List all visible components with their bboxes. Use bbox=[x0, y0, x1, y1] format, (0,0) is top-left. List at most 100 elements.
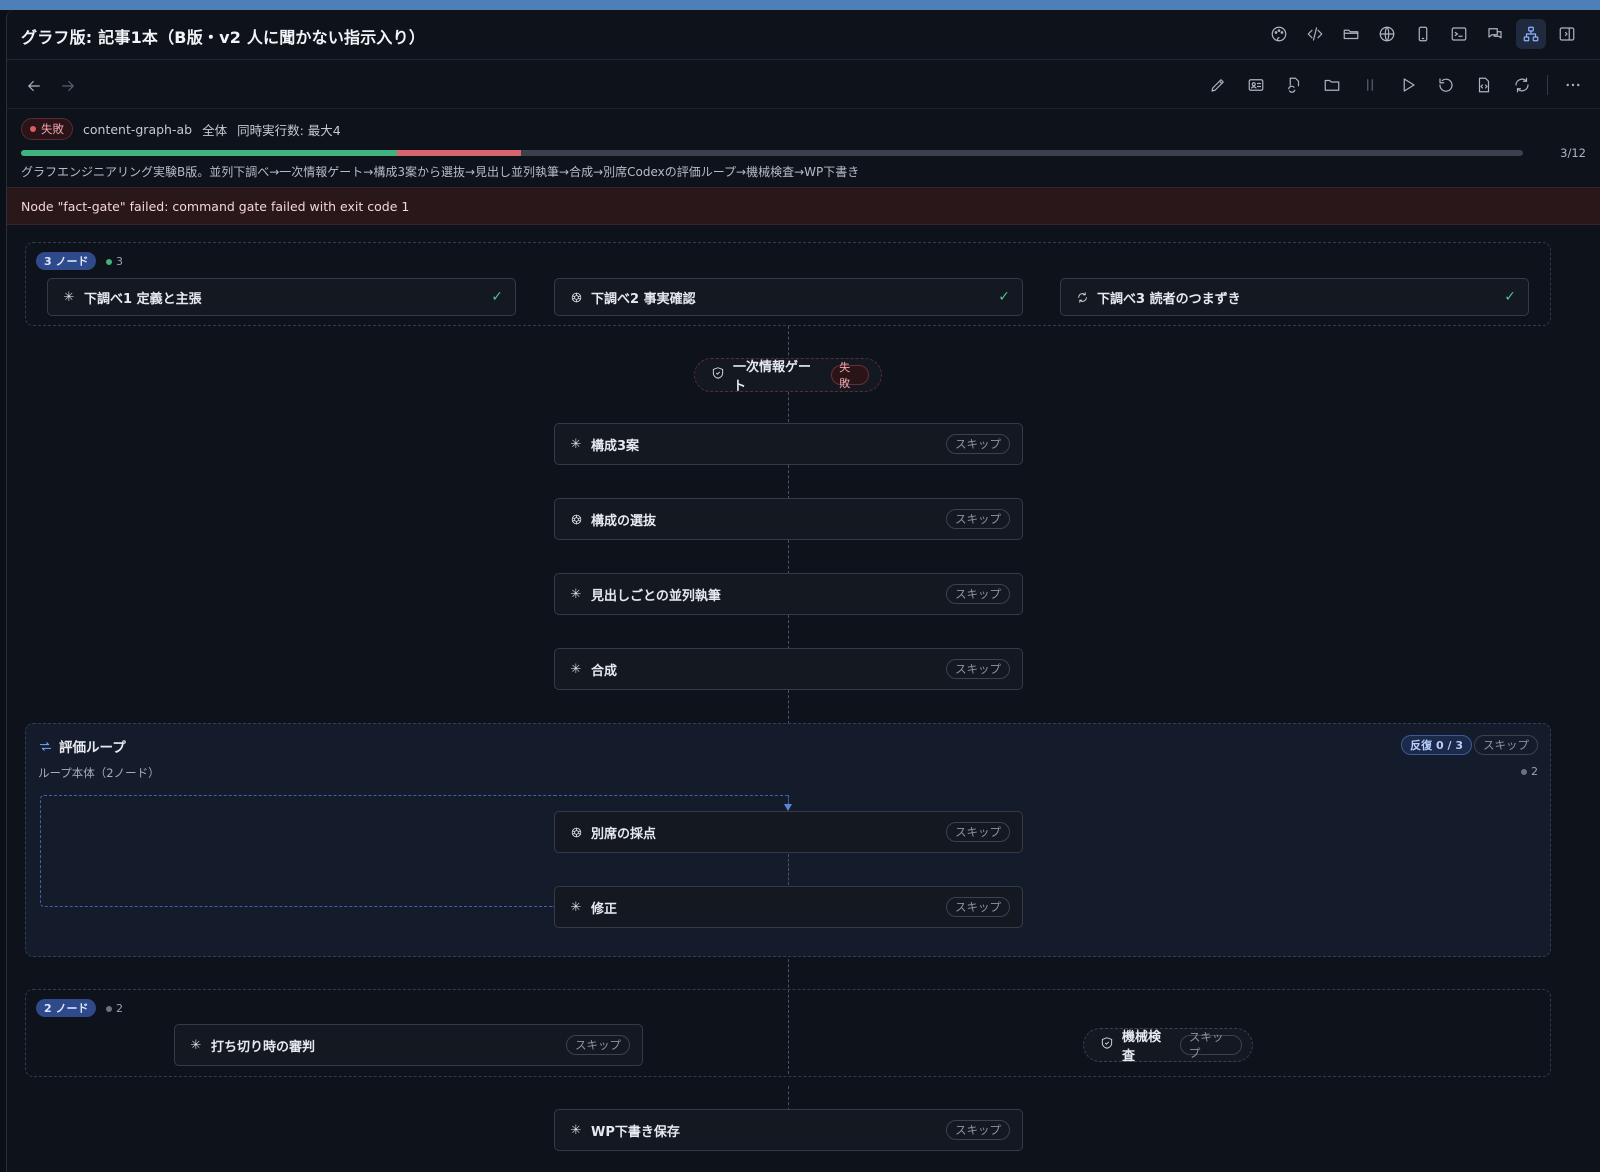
node-research-3[interactable]: 下調べ3 読者のつまずき ✓ bbox=[1060, 278, 1529, 316]
graph-id: content-graph-ab bbox=[83, 121, 193, 137]
gate-status-badge: 失敗 bbox=[831, 361, 869, 390]
title-actions bbox=[1264, 19, 1582, 49]
node-outline-drafts[interactable]: ✳ 構成3案 スキップ bbox=[554, 423, 1023, 465]
page-title: グラフ版: 記事1本（B版・v2 人に聞かない指示入り） bbox=[21, 28, 426, 47]
folder-icon[interactable] bbox=[1317, 70, 1347, 100]
window-top-strip bbox=[0, 0, 1600, 10]
undo-icon[interactable] bbox=[1431, 70, 1461, 100]
node-label: 見出しごとの並列執筆 bbox=[591, 588, 721, 604]
asterisk-icon: ✳ bbox=[570, 1122, 582, 1138]
check-icon: ✓ bbox=[1504, 289, 1516, 305]
openai-icon bbox=[569, 290, 583, 304]
history-nav bbox=[19, 71, 83, 101]
gate-fact-check[interactable]: 一次情報ゲート 失敗 bbox=[694, 358, 882, 394]
panel-right-icon[interactable] bbox=[1552, 19, 1582, 49]
graph-canvas: 3 ノード 3 ✳ 下調べ1 定義と主張 ✓ 下調べ2 事実確認 ✓ 下調べ3 … bbox=[7, 226, 1600, 1172]
asterisk-icon: ✳ bbox=[570, 586, 582, 602]
pause-icon[interactable] bbox=[1355, 70, 1385, 100]
check-icon: ✓ bbox=[998, 289, 1010, 305]
node-label: 打ち切り時の審判 bbox=[211, 1039, 316, 1055]
gate-label: 一次情報ゲート bbox=[733, 360, 812, 394]
asterisk-icon: ✳ bbox=[190, 1037, 202, 1053]
folder-open-icon[interactable] bbox=[1336, 19, 1366, 49]
node-label: 合成 bbox=[591, 663, 618, 679]
node-label: 構成の選抜 bbox=[591, 513, 657, 529]
toolbar bbox=[7, 61, 1600, 109]
gate-label: 機械検査 bbox=[1122, 1030, 1162, 1064]
concurrency-label: 同時実行数: 最大4 bbox=[237, 122, 341, 138]
edge-line bbox=[788, 854, 789, 885]
terminal-icon[interactable] bbox=[1444, 19, 1474, 49]
run-status-row: 失敗 content-graph-ab 全体 同時実行数: 最大4 bbox=[21, 118, 341, 140]
node-label: 下調べ2 事実確認 bbox=[591, 291, 696, 307]
count-dot bbox=[1521, 768, 1527, 775]
toolbar-actions bbox=[1203, 70, 1588, 100]
phone-icon[interactable] bbox=[1408, 19, 1438, 49]
scope-label: 全体 bbox=[202, 122, 228, 138]
node-cutoff-judge[interactable]: ✳ 打ち切り時の審判 スキップ bbox=[174, 1024, 643, 1066]
loop-back-edge-top bbox=[554, 795, 788, 796]
skip-badge: スキップ bbox=[566, 1035, 630, 1055]
node-outline-select[interactable]: 構成の選抜 スキップ bbox=[554, 498, 1023, 540]
more-icon[interactable] bbox=[1558, 70, 1588, 100]
node-label: 下調べ3 読者のつまずき bbox=[1097, 291, 1241, 307]
graph-icon[interactable] bbox=[1516, 19, 1546, 49]
skip-badge: スキップ bbox=[946, 434, 1010, 454]
skip-badge: スキップ bbox=[946, 584, 1010, 604]
node-parallel-writing[interactable]: ✳ 見出しごとの並列執筆 スキップ bbox=[554, 573, 1023, 615]
id-card-icon[interactable] bbox=[1241, 70, 1271, 100]
node-label: WP下書き保存 bbox=[591, 1124, 680, 1140]
edge-line bbox=[788, 690, 789, 724]
group-node-count-badge: 2 ノード bbox=[36, 999, 97, 1017]
loop-subtitle: ループ本体（2ノード） bbox=[38, 766, 160, 780]
group-done-count: 3 bbox=[106, 255, 123, 268]
node-revise[interactable]: ✳ 修正 スキップ bbox=[554, 886, 1023, 928]
arrow-down-icon bbox=[784, 804, 792, 811]
group-node-count-badge: 3 ノード bbox=[36, 252, 97, 270]
loop-back-edge bbox=[40, 795, 554, 907]
edge-line bbox=[788, 615, 789, 649]
arrow-right-icon[interactable] bbox=[53, 71, 83, 101]
skip-badge: スキップ bbox=[946, 659, 1010, 679]
node-wp-draft-save[interactable]: ✳ WP下書き保存 スキップ bbox=[554, 1109, 1023, 1151]
asterisk-icon: ✳ bbox=[570, 661, 582, 677]
node-independent-scoring[interactable]: 別席の採点 スキップ bbox=[554, 811, 1023, 853]
cycle-icon bbox=[1075, 290, 1089, 304]
progress-failed bbox=[396, 150, 522, 156]
gate-mechanical-check[interactable]: 機械検査 スキップ bbox=[1083, 1028, 1253, 1064]
app-window: グラフ版: 記事1本（B版・v2 人に聞かない指示入り） 失敗 content-… bbox=[6, 10, 1600, 1172]
error-banner: Node "fact-gate" failed: command gate fa… bbox=[7, 187, 1600, 225]
status-text: 失敗 bbox=[41, 122, 64, 136]
node-research-2[interactable]: 下調べ2 事実確認 ✓ bbox=[554, 278, 1023, 316]
group-count: 2 bbox=[106, 1002, 123, 1015]
loop-title: 評価ループ bbox=[38, 736, 126, 756]
palette-icon[interactable] bbox=[1264, 19, 1294, 49]
file-sync-icon[interactable] bbox=[1279, 70, 1309, 100]
loop-skip-badge: スキップ bbox=[1474, 735, 1538, 755]
skip-badge: スキップ bbox=[946, 897, 1010, 917]
node-label: 下調べ1 定義と主張 bbox=[84, 291, 202, 307]
play-icon[interactable] bbox=[1393, 70, 1423, 100]
status-dot bbox=[30, 126, 36, 132]
chat-icon[interactable] bbox=[1480, 19, 1510, 49]
edit-icon[interactable] bbox=[1203, 70, 1233, 100]
asterisk-icon: ✳ bbox=[570, 436, 582, 452]
file-code-icon[interactable] bbox=[1469, 70, 1499, 100]
node-research-1[interactable]: ✳ 下調べ1 定義と主張 ✓ bbox=[47, 278, 516, 316]
loop-count-value: 2 bbox=[1531, 765, 1538, 778]
iteration-badge: 反復 0 / 3 bbox=[1401, 735, 1472, 755]
globe-icon[interactable] bbox=[1372, 19, 1402, 49]
node-merge[interactable]: ✳ 合成 スキップ bbox=[554, 648, 1023, 690]
code-icon[interactable] bbox=[1300, 19, 1330, 49]
shield-icon bbox=[1100, 1036, 1114, 1054]
status-badge: 失敗 bbox=[21, 118, 73, 140]
check-icon: ✓ bbox=[491, 289, 503, 305]
node-label: 構成3案 bbox=[591, 438, 640, 454]
arrow-left-icon[interactable] bbox=[19, 71, 49, 101]
loop-icon bbox=[39, 741, 52, 751]
graph-description: グラフエンジニアリング実験B版。並列下調べ→一次情報ゲート→構成3案から選抜→見… bbox=[21, 165, 860, 179]
refresh-icon[interactable] bbox=[1507, 70, 1537, 100]
done-dot bbox=[106, 258, 112, 265]
loop-node-count: 2 bbox=[1521, 765, 1538, 778]
asterisk-icon: ✳ bbox=[570, 899, 582, 915]
